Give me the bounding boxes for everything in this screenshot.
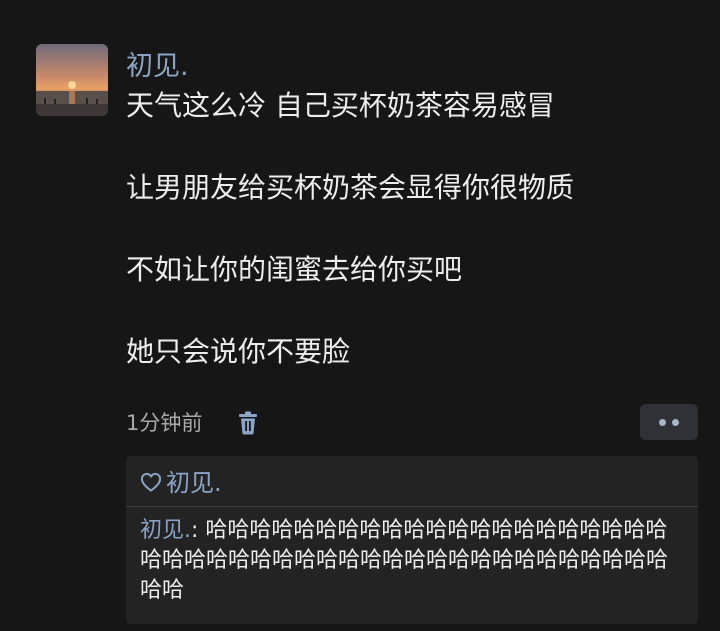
post-username[interactable]: 初见. bbox=[126, 48, 696, 86]
sunset-avatar-image bbox=[36, 44, 108, 116]
post-body: 初见. 天气这么冷 自己买杯奶茶容易感冒 让男朋友给买杯奶茶会显得你很物质 不如… bbox=[126, 48, 696, 372]
likes-row: 初见. bbox=[140, 466, 222, 500]
divider bbox=[126, 506, 698, 507]
post-text-line: 不如让你的闺蜜去给你买吧 bbox=[126, 253, 463, 286]
comment-author[interactable]: 初见. bbox=[140, 518, 191, 543]
post-text-line: 她只会说你不要脸 bbox=[126, 335, 351, 368]
comment-item: 初见.: 哈哈哈哈哈哈哈哈哈哈哈哈哈哈哈哈哈哈哈哈哈哈哈哈哈哈哈哈哈哈哈哈哈哈哈… bbox=[140, 516, 688, 606]
avatar[interactable] bbox=[36, 44, 108, 116]
heart-outline-icon[interactable] bbox=[140, 472, 162, 492]
post-text-line: 让男朋友给买杯奶茶会显得你很物质 bbox=[126, 171, 575, 204]
post-timestamp: 1分钟前 bbox=[126, 411, 203, 435]
comment-section: 初见. 初见.: 哈哈哈哈哈哈哈哈哈哈哈哈哈哈哈哈哈哈哈哈哈哈哈哈哈哈哈哈哈哈哈… bbox=[126, 456, 698, 624]
comment-separator: : bbox=[191, 518, 206, 543]
more-options-button[interactable] bbox=[640, 404, 698, 440]
post-meta: 1分钟前 bbox=[126, 404, 698, 442]
liked-by-user[interactable]: 初见. bbox=[166, 469, 222, 497]
comment-text: 哈哈哈哈哈哈哈哈哈哈哈哈哈哈哈哈哈哈哈哈哈哈哈哈哈哈哈哈哈哈哈哈哈哈哈哈哈哈哈哈… bbox=[140, 518, 669, 603]
more-dots-icon-dot bbox=[672, 419, 679, 426]
post-text-line: 天气这么冷 自己买杯奶茶容易感冒 bbox=[126, 89, 555, 122]
trash-icon[interactable] bbox=[237, 411, 259, 435]
more-dots-icon bbox=[659, 419, 666, 426]
